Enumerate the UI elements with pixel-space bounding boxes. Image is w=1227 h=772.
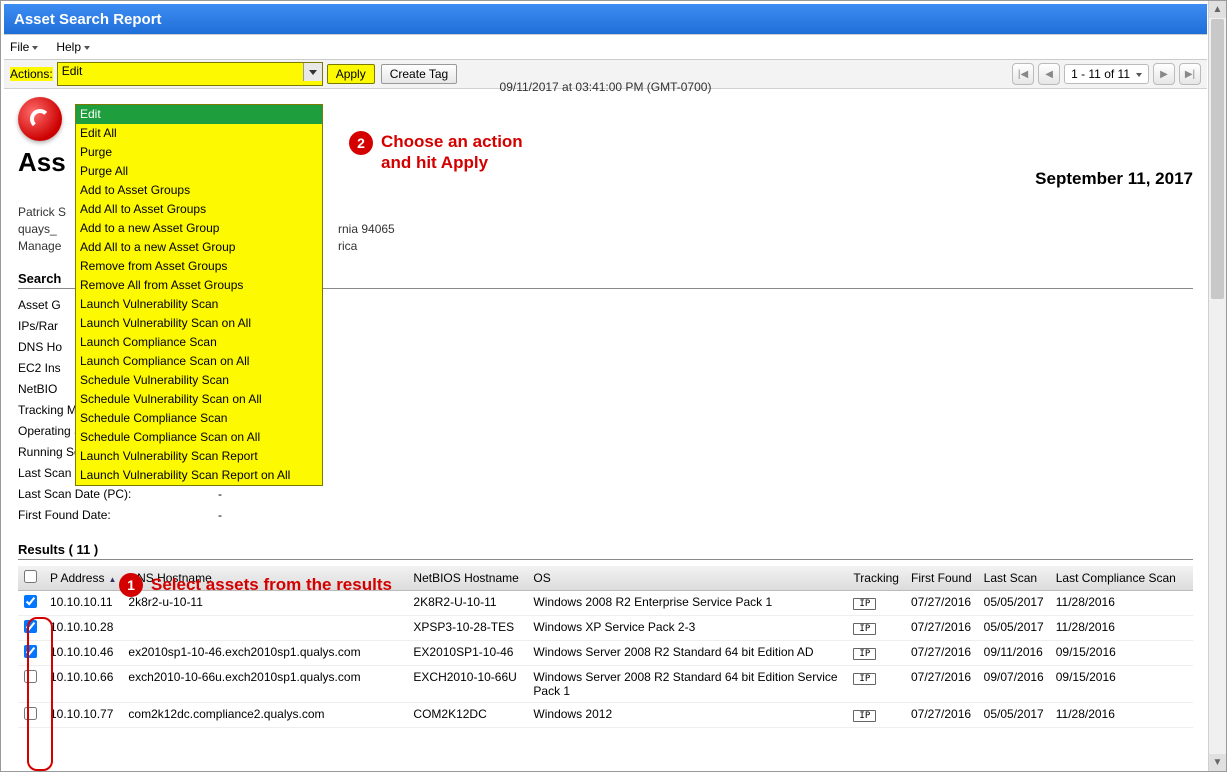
cell-ip: 10.10.10.66: [44, 666, 122, 703]
cell-dns: com2k12dc.compliance2.qualys.com: [122, 703, 407, 728]
dropdown-item[interactable]: Launch Compliance Scan on All: [76, 352, 322, 371]
scroll-thumb[interactable]: [1211, 19, 1224, 299]
cell-last-comp: 11/28/2016: [1050, 591, 1193, 616]
cell-os: Windows XP Service Pack 2-3: [527, 616, 847, 641]
tracking-badge[interactable]: IP: [853, 710, 876, 722]
table-row[interactable]: 10.10.10.77com2k12dc.compliance2.qualys.…: [18, 703, 1193, 728]
dropdown-item[interactable]: Add to a new Asset Group: [76, 219, 322, 238]
criteria-row: First Found Date:-: [18, 505, 1193, 526]
callout-step1-number: 1: [119, 573, 143, 597]
dropdown-item[interactable]: Launch Vulnerability Scan Report on All: [76, 466, 322, 485]
cell-ip: 10.10.10.77: [44, 703, 122, 728]
dropdown-item[interactable]: Schedule Vulnerability Scan on All: [76, 390, 322, 409]
menu-file[interactable]: File: [10, 40, 38, 54]
dropdown-item[interactable]: Schedule Vulnerability Scan: [76, 371, 322, 390]
col-last-comp[interactable]: Last Compliance Scan: [1050, 566, 1193, 591]
dropdown-item[interactable]: Add All to Asset Groups: [76, 200, 322, 219]
dropdown-item[interactable]: Edit All: [76, 124, 322, 143]
col-netbios[interactable]: NetBIOS Hostname: [407, 566, 527, 591]
window-title: Asset Search Report: [14, 11, 162, 28]
col-os[interactable]: OS: [527, 566, 847, 591]
cell-os: Windows 2008 R2 Enterprise Service Pack …: [527, 591, 847, 616]
scroll-down-icon[interactable]: ▼: [1209, 754, 1226, 771]
cell-netbios: EXCH2010-10-66U: [407, 666, 527, 703]
cell-last-comp: 11/28/2016: [1050, 703, 1193, 728]
cell-os: Windows Server 2008 R2 Standard 64 bit E…: [527, 641, 847, 666]
dropdown-item[interactable]: Purge: [76, 143, 322, 162]
cell-last-scan: 05/05/2017: [978, 616, 1050, 641]
cell-netbios: COM2K12DC: [407, 703, 527, 728]
cell-last-comp: 11/28/2016: [1050, 616, 1193, 641]
menu-bar: File Help: [4, 34, 1207, 60]
dropdown-item[interactable]: Remove All from Asset Groups: [76, 276, 322, 295]
criteria-row: Last Scan Date (PC):-: [18, 484, 1193, 505]
callout-step2: 2 Choose an action and hit Apply: [349, 131, 523, 173]
col-tracking[interactable]: Tracking: [847, 566, 905, 591]
os-scrollbar[interactable]: ▲ ▼: [1208, 1, 1226, 771]
dropdown-item[interactable]: Purge All: [76, 162, 322, 181]
cell-dns: ex2010sp1-10-46.exch2010sp1.qualys.com: [122, 641, 407, 666]
cell-netbios: 2K8R2-U-10-11: [407, 591, 527, 616]
callout-step2-number: 2: [349, 131, 373, 155]
cell-last-scan: 09/07/2016: [978, 666, 1050, 703]
cell-ip: 10.10.10.11: [44, 591, 122, 616]
col-last-scan[interactable]: Last Scan: [978, 566, 1050, 591]
cell-os: Windows 2012: [527, 703, 847, 728]
cell-first-found: 07/27/2016: [905, 616, 978, 641]
table-row[interactable]: 10.10.10.46ex2010sp1-10-46.exch2010sp1.q…: [18, 641, 1193, 666]
cell-last-scan: 05/05/2017: [978, 591, 1050, 616]
tracking-badge[interactable]: IP: [853, 598, 876, 610]
menu-help[interactable]: Help: [56, 40, 90, 54]
dropdown-item[interactable]: Edit: [76, 105, 322, 124]
dropdown-item[interactable]: Launch Compliance Scan: [76, 333, 322, 352]
cell-os: Windows Server 2008 R2 Standard 64 bit E…: [527, 666, 847, 703]
cell-first-found: 07/27/2016: [905, 666, 978, 703]
chevron-down-icon: [303, 63, 322, 81]
actions-dropdown[interactable]: EditEdit AllPurgePurge AllAdd to Asset G…: [75, 104, 323, 486]
cell-first-found: 07/27/2016: [905, 703, 978, 728]
qualys-logo-icon: [18, 97, 62, 141]
report-timestamp: 09/11/2017 at 03:41:00 PM (GMT-0700): [18, 80, 1193, 94]
cell-first-found: 07/27/2016: [905, 641, 978, 666]
cell-last-comp: 09/15/2016: [1050, 641, 1193, 666]
tracking-badge[interactable]: IP: [853, 648, 876, 660]
table-row[interactable]: 10.10.10.28 XPSP3-10-28-TESWindows XP Ser…: [18, 616, 1193, 641]
dropdown-item[interactable]: Launch Vulnerability Scan on All: [76, 314, 322, 333]
col-ip[interactable]: P Address: [44, 566, 122, 591]
results-header: Results ( 11 ): [18, 542, 1193, 560]
col-first-found[interactable]: First Found: [905, 566, 978, 591]
dropdown-item[interactable]: Schedule Compliance Scan: [76, 409, 322, 428]
report-date: September 11, 2017: [1035, 169, 1193, 189]
dropdown-item[interactable]: Schedule Compliance Scan on All: [76, 428, 322, 447]
dropdown-item[interactable]: Add to Asset Groups: [76, 181, 322, 200]
callout-step1-ring: [27, 617, 53, 771]
dropdown-item[interactable]: Add All to a new Asset Group: [76, 238, 322, 257]
tracking-badge[interactable]: IP: [853, 673, 876, 685]
callout-step1: 1 Select assets from the results: [119, 573, 392, 597]
cell-last-scan: 09/11/2016: [978, 641, 1050, 666]
cell-dns: [122, 616, 407, 641]
select-all-checkbox[interactable]: [24, 570, 37, 583]
actions-select-value: Edit: [62, 64, 83, 78]
scroll-up-icon[interactable]: ▲: [1209, 1, 1226, 18]
dropdown-item[interactable]: Remove from Asset Groups: [76, 257, 322, 276]
dropdown-item[interactable]: Launch Vulnerability Scan Report: [76, 447, 322, 466]
table-row[interactable]: 10.10.10.66exch2010-10-66u.exch2010sp1.q…: [18, 666, 1193, 703]
cell-ip: 10.10.10.28: [44, 616, 122, 641]
cell-last-comp: 09/15/2016: [1050, 666, 1193, 703]
dropdown-item[interactable]: Launch Vulnerability Scan: [76, 295, 322, 314]
tracking-badge[interactable]: IP: [853, 623, 876, 635]
row-checkbox[interactable]: [24, 595, 37, 608]
actions-label: Actions:: [10, 67, 53, 81]
cell-first-found: 07/27/2016: [905, 591, 978, 616]
cell-netbios: EX2010SP1-10-46: [407, 641, 527, 666]
window-title-bar: Asset Search Report: [4, 4, 1207, 34]
cell-netbios: XPSP3-10-28-TES: [407, 616, 527, 641]
cell-ip: 10.10.10.46: [44, 641, 122, 666]
cell-dns: exch2010-10-66u.exch2010sp1.qualys.com: [122, 666, 407, 703]
cell-last-scan: 05/05/2017: [978, 703, 1050, 728]
